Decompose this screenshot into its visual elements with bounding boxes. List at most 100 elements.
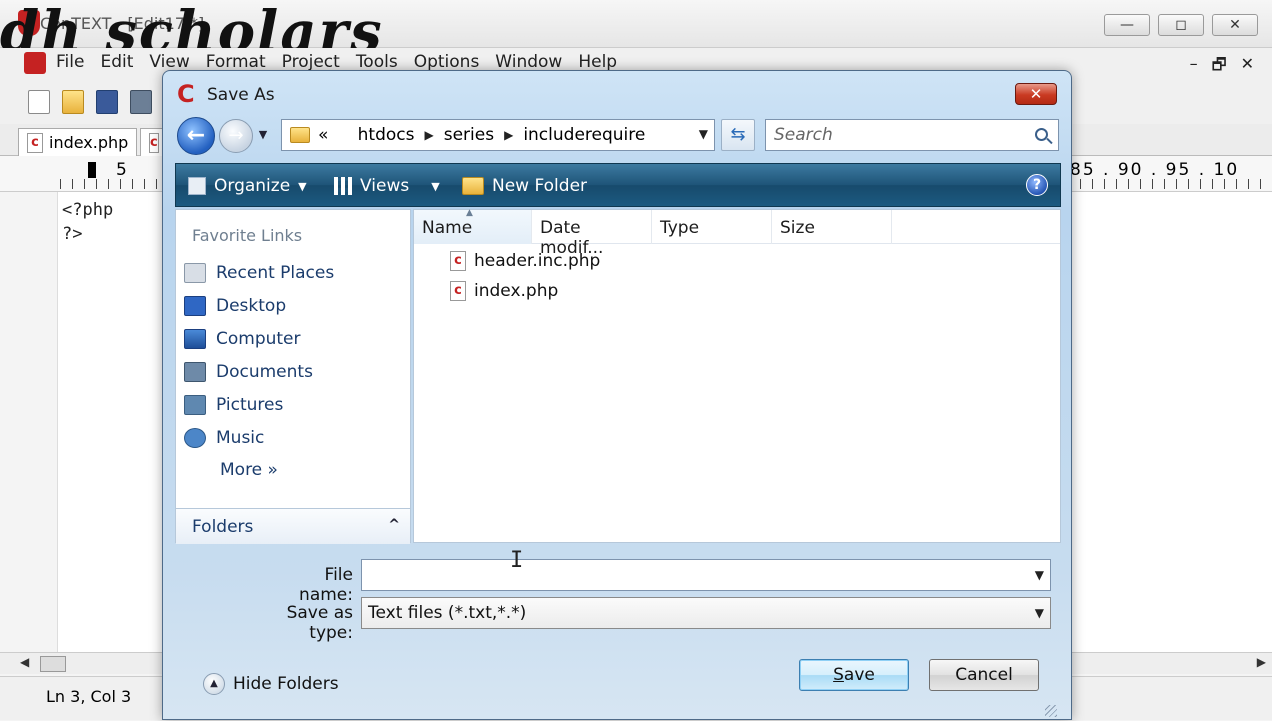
link-pictures[interactable]: Pictures — [184, 392, 283, 418]
organize-label: Organize — [214, 176, 291, 196]
menu-help[interactable]: Help — [578, 52, 617, 72]
link-label: Pictures — [216, 395, 284, 415]
menu-edit[interactable]: Edit — [100, 52, 133, 72]
file-list[interactable]: ▲ Name Date modif... Type Size c header.… — [413, 208, 1061, 543]
file-row[interactable]: c index.php — [450, 277, 558, 305]
link-documents[interactable]: Documents — [184, 359, 313, 385]
text-cursor-icon: I — [510, 548, 524, 573]
dialog-close-button[interactable]: ✕ — [1015, 83, 1057, 105]
chevron-right-icon[interactable]: ▶ — [424, 128, 433, 142]
address-bar[interactable]: « ▶ htdocs ▶ series ▶ includerequire ▼ — [281, 119, 715, 151]
open-folder-icon[interactable] — [62, 90, 84, 114]
menu-window[interactable]: Window — [495, 52, 562, 72]
column-date-modified[interactable]: Date modif... — [532, 210, 652, 258]
php-file-icon: c — [27, 132, 43, 153]
menu-view[interactable]: View — [149, 52, 189, 72]
close-button[interactable]: ✕ — [1212, 14, 1258, 36]
save-icon[interactable] — [96, 90, 118, 114]
documents-icon — [184, 362, 206, 382]
column-name[interactable]: ▲ Name — [414, 208, 532, 244]
file-row[interactable]: c header.inc.php — [450, 247, 600, 275]
search-icon[interactable] — [1035, 128, 1048, 141]
menu-format[interactable]: Format — [206, 52, 266, 72]
link-label: Documents — [216, 362, 313, 382]
more-links-button[interactable]: More » — [220, 460, 278, 480]
chevron-down-icon[interactable]: ▼ — [1035, 568, 1044, 582]
folder-icon — [290, 127, 310, 143]
scroll-left-icon[interactable]: ◀ — [20, 655, 29, 669]
save-all-icon[interactable] — [130, 90, 152, 114]
views-button[interactable]: Views ▼ — [334, 176, 440, 196]
new-folder-icon — [462, 177, 484, 195]
chevron-up-icon[interactable]: ^ — [388, 517, 400, 533]
column-size[interactable]: Size — [772, 210, 892, 244]
menu-project[interactable]: Project — [282, 52, 340, 72]
link-label: Desktop — [216, 296, 287, 316]
chevron-right-icon[interactable]: ▶ — [504, 128, 513, 142]
resize-grip[interactable] — [1045, 705, 1057, 717]
forward-button[interactable]: → — [219, 119, 253, 153]
cancel-button[interactable]: Cancel — [929, 659, 1039, 691]
new-folder-button[interactable]: New Folder — [462, 176, 587, 196]
desktop-icon — [184, 296, 206, 316]
link-desktop[interactable]: Desktop — [184, 293, 286, 319]
views-icon — [334, 177, 352, 195]
menu-items: File Edit View Format Project Tools Opti… — [56, 52, 617, 72]
breadcrumb-series[interactable]: series — [444, 125, 494, 145]
organize-button[interactable]: Organize ▼ — [188, 176, 307, 196]
ruler-label: 85 . 90 . 95 . 10 — [1070, 160, 1240, 180]
save-button[interactable]: Save — [799, 659, 909, 691]
link-computer[interactable]: Computer — [184, 326, 301, 352]
chevron-down-icon: ▼ — [298, 179, 307, 193]
recent-places-icon — [184, 263, 206, 283]
breadcrumb-htdocs[interactable]: htdocs — [358, 125, 415, 145]
chevron-down-icon[interactable]: ▼ — [699, 127, 708, 141]
history-dropdown[interactable]: ▼ — [255, 127, 271, 143]
save-label: ave — [843, 665, 875, 685]
code-content: <?php ?> — [62, 198, 113, 246]
link-label: Music — [216, 428, 265, 448]
chevron-down-icon[interactable]: ▼ — [1035, 606, 1044, 620]
organize-icon — [188, 177, 206, 195]
file-name: header.inc.php — [474, 251, 601, 271]
ruler-label: 5 — [116, 160, 127, 180]
file-name-input[interactable]: ▼ — [361, 559, 1051, 591]
pictures-icon — [184, 395, 206, 415]
link-music[interactable]: Music — [184, 425, 264, 451]
php-file-icon: c — [450, 281, 466, 301]
php-file-icon: c — [149, 132, 159, 153]
mdi-minimize-button[interactable]: – — [1190, 54, 1198, 81]
tab-index-php[interactable]: c index.php — [18, 128, 138, 156]
menu-options[interactable]: Options — [414, 52, 480, 72]
menu-tools[interactable]: Tools — [356, 52, 398, 72]
search-placeholder: Search — [774, 125, 833, 145]
address-prefix[interactable]: « — [318, 125, 328, 145]
menu-file[interactable]: File — [56, 52, 84, 72]
save-as-type-select[interactable]: Text files (*.txt,*.*) ▼ — [361, 597, 1051, 629]
file-name: index.php — [474, 281, 559, 301]
mdi-close-button[interactable]: ✕ — [1241, 54, 1254, 81]
scroll-thumb[interactable] — [40, 656, 66, 672]
minimize-button[interactable]: — — [1104, 14, 1150, 36]
tab-edit17[interactable]: c — [140, 128, 164, 156]
link-recent-places[interactable]: Recent Places — [184, 260, 334, 286]
mdi-restore-button[interactable]: 🗗 — [1212, 54, 1227, 81]
column-type[interactable]: Type — [652, 210, 772, 244]
help-icon[interactable]: ? — [1026, 174, 1048, 196]
maximize-button[interactable]: ◻ — [1158, 14, 1204, 36]
navigation-bar: ← → ▼ « ▶ htdocs ▶ series ▶ includerequi… — [175, 115, 1061, 157]
save-as-type-label: Save as type: — [286, 603, 353, 643]
favorite-links-title: Favorite Links — [192, 226, 303, 245]
back-button[interactable]: ← — [177, 117, 215, 155]
folders-bar[interactable]: Folders ^ — [176, 508, 410, 544]
breadcrumb-includerequire[interactable]: includerequire — [523, 125, 645, 145]
link-label: Recent Places — [216, 263, 335, 283]
save-mnemonic: S — [833, 665, 844, 685]
column-label: Type — [660, 218, 700, 238]
document-icon[interactable] — [24, 52, 46, 74]
scroll-right-icon[interactable]: ▶ — [1257, 655, 1266, 669]
refresh-button[interactable]: ⇆ — [721, 119, 755, 151]
new-file-icon[interactable] — [28, 90, 50, 114]
search-input[interactable]: Search — [765, 119, 1059, 151]
hide-folders-button[interactable]: ▲ Hide Folders — [203, 673, 339, 695]
